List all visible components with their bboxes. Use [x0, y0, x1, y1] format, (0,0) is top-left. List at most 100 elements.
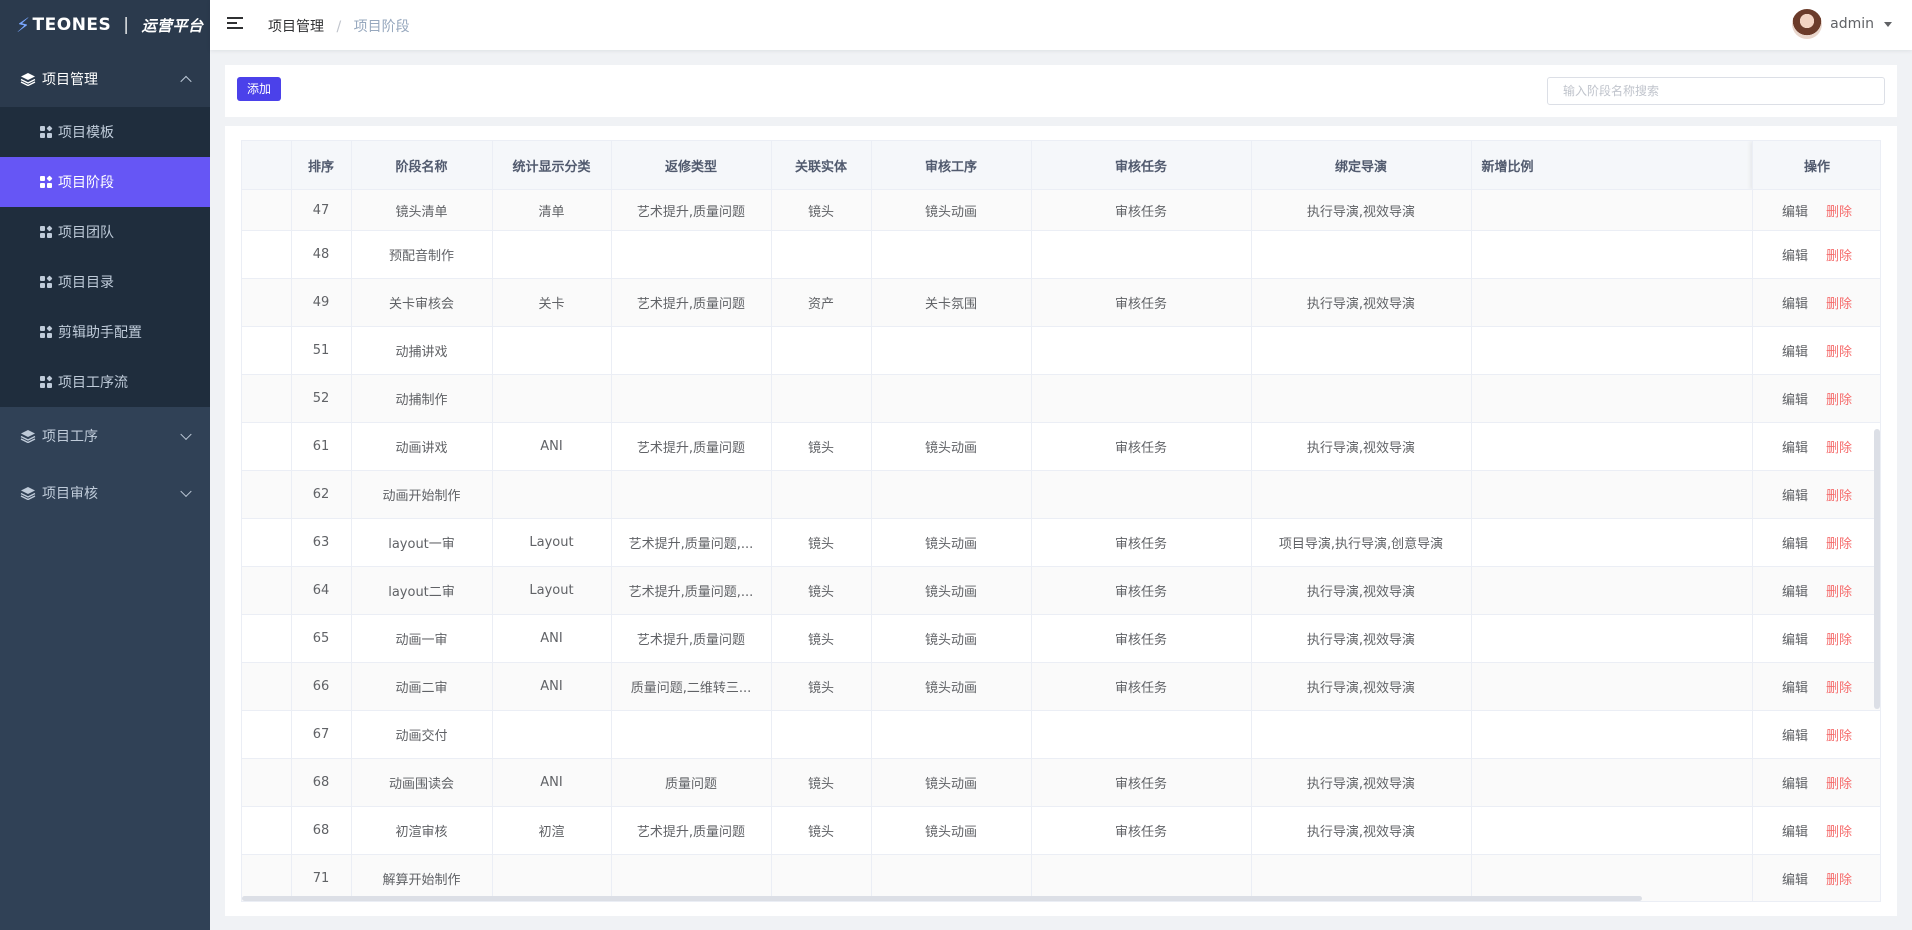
sidebar-item-project-process-flow[interactable]: 项目工序流: [0, 357, 210, 407]
delete-button[interactable]: 删除: [1826, 585, 1852, 600]
add-button[interactable]: 添加: [237, 77, 282, 101]
edit-button[interactable]: 编辑: [1782, 825, 1808, 840]
cell-ratio: [1471, 470, 1753, 519]
cell-rework-type: 艺术提升,质量问题: [611, 614, 772, 663]
menu-group-project-review[interactable]: 项目审核: [0, 464, 210, 521]
cell-rework-type: 质量问题: [611, 758, 772, 807]
delete-button[interactable]: 删除: [1826, 681, 1852, 696]
cell-category: Layout: [492, 518, 612, 567]
edit-button[interactable]: 编辑: [1782, 205, 1808, 220]
table-row[interactable]: 63 layout一审 Layout 艺术提升,质量问题,... 镜头 镜头动画 审核任务项…: [242, 518, 1880, 567]
table-row[interactable]: 61 动画讲戏 ANI 艺术提升,质量问题 镜头 镜头动画 审核任务 执行导演,视效导演 编辑 删…: [242, 422, 1880, 471]
caret-down-icon[interactable]: [1884, 21, 1892, 27]
delete-button[interactable]: 删除: [1826, 825, 1852, 840]
horizontal-scrollbar[interactable]: [242, 896, 1642, 901]
menu-group-project-management[interactable]: 项目管理: [0, 50, 210, 107]
cell-ratio: [1471, 566, 1753, 615]
edit-button[interactable]: 编辑: [1782, 249, 1808, 264]
cell-selection: [242, 758, 292, 807]
column-header-stage-name[interactable]: 阶段名称: [351, 141, 493, 190]
vertical-scrollbar[interactable]: [1874, 429, 1880, 709]
sidebar-item-project-stage[interactable]: 项目阶段: [0, 157, 210, 207]
cell-stage-name: 动捕制作: [351, 374, 493, 423]
table-row[interactable]: 71 解算开始制作 编辑 删除: [242, 854, 1880, 901]
cell-review-task: 审核任务: [1031, 518, 1252, 567]
edit-button[interactable]: 编辑: [1782, 297, 1808, 312]
sidebar-item-label: 项目团队: [58, 225, 114, 241]
cell-category: ANI: [492, 758, 612, 807]
cell-ratio: [1471, 806, 1753, 855]
cell-stage-name: 初渲审核: [351, 806, 493, 855]
table-row[interactable]: 65 动画一审 ANI 艺术提升,质量问题 镜头 镜头动画 审核任务 执行导演,视效导演 编辑 删…: [242, 614, 1880, 663]
column-header-review-process[interactable]: 审核工序: [871, 141, 1032, 190]
edit-button[interactable]: 编辑: [1782, 633, 1808, 648]
delete-button[interactable]: 删除: [1826, 537, 1852, 552]
cell-review-process: [871, 854, 1032, 901]
edit-button[interactable]: 编辑: [1782, 777, 1808, 792]
edit-button[interactable]: 编辑: [1782, 393, 1808, 408]
menu-toggle-icon[interactable]: [227, 17, 243, 31]
user-name[interactable]: admin: [1830, 16, 1874, 32]
edit-button[interactable]: 编辑: [1782, 873, 1808, 888]
avatar[interactable]: [1792, 9, 1823, 39]
cell-selection: [242, 662, 292, 711]
sidebar-item-project-team[interactable]: 项目团队: [0, 207, 210, 257]
delete-button[interactable]: 删除: [1826, 345, 1852, 360]
cell-ratio: [1471, 854, 1753, 901]
table-row[interactable]: 68 动画围读会 ANI 质量问题 镜头 镜头动画 审核任务 执行导演,视效导演 编辑 删除: [242, 758, 1880, 807]
cell-director: [1251, 374, 1472, 423]
cell-rework-type: [611, 230, 772, 279]
delete-button[interactable]: 删除: [1826, 297, 1852, 312]
breadcrumb-item-project-management[interactable]: 项目管理: [268, 19, 324, 35]
table-row[interactable]: 49 关卡审核会 关卡 艺术提升,质量问题 资产 关卡氛围 审核任务 执行导演,视效导演 编辑 删…: [242, 278, 1880, 327]
delete-button[interactable]: 删除: [1826, 729, 1852, 744]
search-input[interactable]: [1547, 77, 1885, 105]
edit-button[interactable]: 编辑: [1782, 681, 1808, 696]
column-header-order[interactable]: 排序: [291, 141, 352, 190]
edit-button[interactable]: 编辑: [1782, 585, 1808, 600]
sidebar-item-project-directory[interactable]: 项目目录: [0, 257, 210, 307]
column-header-rework-type[interactable]: 返修类型: [611, 141, 772, 190]
column-header-ratio[interactable]: 新增比例: [1471, 141, 1753, 190]
table-row[interactable]: 67 动画交付 编辑 删除: [242, 710, 1880, 759]
column-header-review-task[interactable]: 审核任务: [1031, 141, 1252, 190]
column-header-category[interactable]: 统计显示分类: [492, 141, 612, 190]
cell-category: ANI: [492, 614, 612, 663]
column-header-entity[interactable]: 关联实体: [771, 141, 872, 190]
table-row[interactable]: 62 动画开始制作 编辑 删除: [242, 470, 1880, 519]
edit-button[interactable]: 编辑: [1782, 489, 1808, 504]
delete-button[interactable]: 删除: [1826, 489, 1852, 504]
table-row[interactable]: 47 镜头清单 清单 艺术提升,质量问题 镜头 镜头动画 审核任务 执行导演,视效导演 编辑 删除: [242, 189, 1880, 231]
edit-button[interactable]: 编辑: [1782, 729, 1808, 744]
delete-button[interactable]: 删除: [1826, 205, 1852, 220]
table-row[interactable]: 48 预配音制作 编辑 删除: [242, 230, 1880, 279]
column-header-selection: [242, 141, 292, 190]
sidebar-item-edit-assistant-config[interactable]: 剪辑助手配置: [0, 307, 210, 357]
edit-button[interactable]: 编辑: [1782, 537, 1808, 552]
table-row[interactable]: 51 动捕讲戏 编辑 删除: [242, 326, 1880, 375]
delete-button[interactable]: 删除: [1826, 873, 1852, 888]
user-menu[interactable]: admin: [1792, 9, 1892, 39]
menu-group-label: 项目审核: [42, 485, 98, 502]
table-row[interactable]: 66 动画二审 ANI 质量问题,二维转三... 镜头 镜头动画 审核任务 执行导演,视效导演…: [242, 662, 1880, 711]
delete-button[interactable]: 删除: [1826, 249, 1852, 264]
layers-icon: [20, 486, 36, 500]
table-row[interactable]: 52 动捕制作 编辑 删除: [242, 374, 1880, 423]
delete-button[interactable]: 删除: [1826, 393, 1852, 408]
cell-review-process: 镜头动画: [871, 422, 1032, 471]
cell-actions: 编辑 删除: [1752, 566, 1880, 615]
cell-director: 执行导演,视效导演: [1251, 614, 1472, 663]
sidebar-item-project-template[interactable]: 项目模板: [0, 107, 210, 157]
delete-button[interactable]: 删除: [1826, 441, 1852, 456]
cell-review-task: 审核任务: [1031, 806, 1252, 855]
grid-icon: [40, 375, 53, 388]
menu-group-project-process[interactable]: 项目工序: [0, 407, 210, 464]
delete-button[interactable]: 删除: [1826, 633, 1852, 648]
table-row[interactable]: 68 初渲审核 初渲 艺术提升,质量问题 镜头 镜头动画 审核任务 执行导演,视效导演 编辑 删除: [242, 806, 1880, 855]
column-header-director[interactable]: 绑定导演: [1251, 141, 1472, 190]
edit-button[interactable]: 编辑: [1782, 345, 1808, 360]
delete-button[interactable]: 删除: [1826, 777, 1852, 792]
table-row[interactable]: 64 layout二审 Layout 艺术提升,质量问题,... 镜头 镜头动画 审核任务执…: [242, 566, 1880, 615]
cell-entity: [771, 710, 872, 759]
edit-button[interactable]: 编辑: [1782, 441, 1808, 456]
